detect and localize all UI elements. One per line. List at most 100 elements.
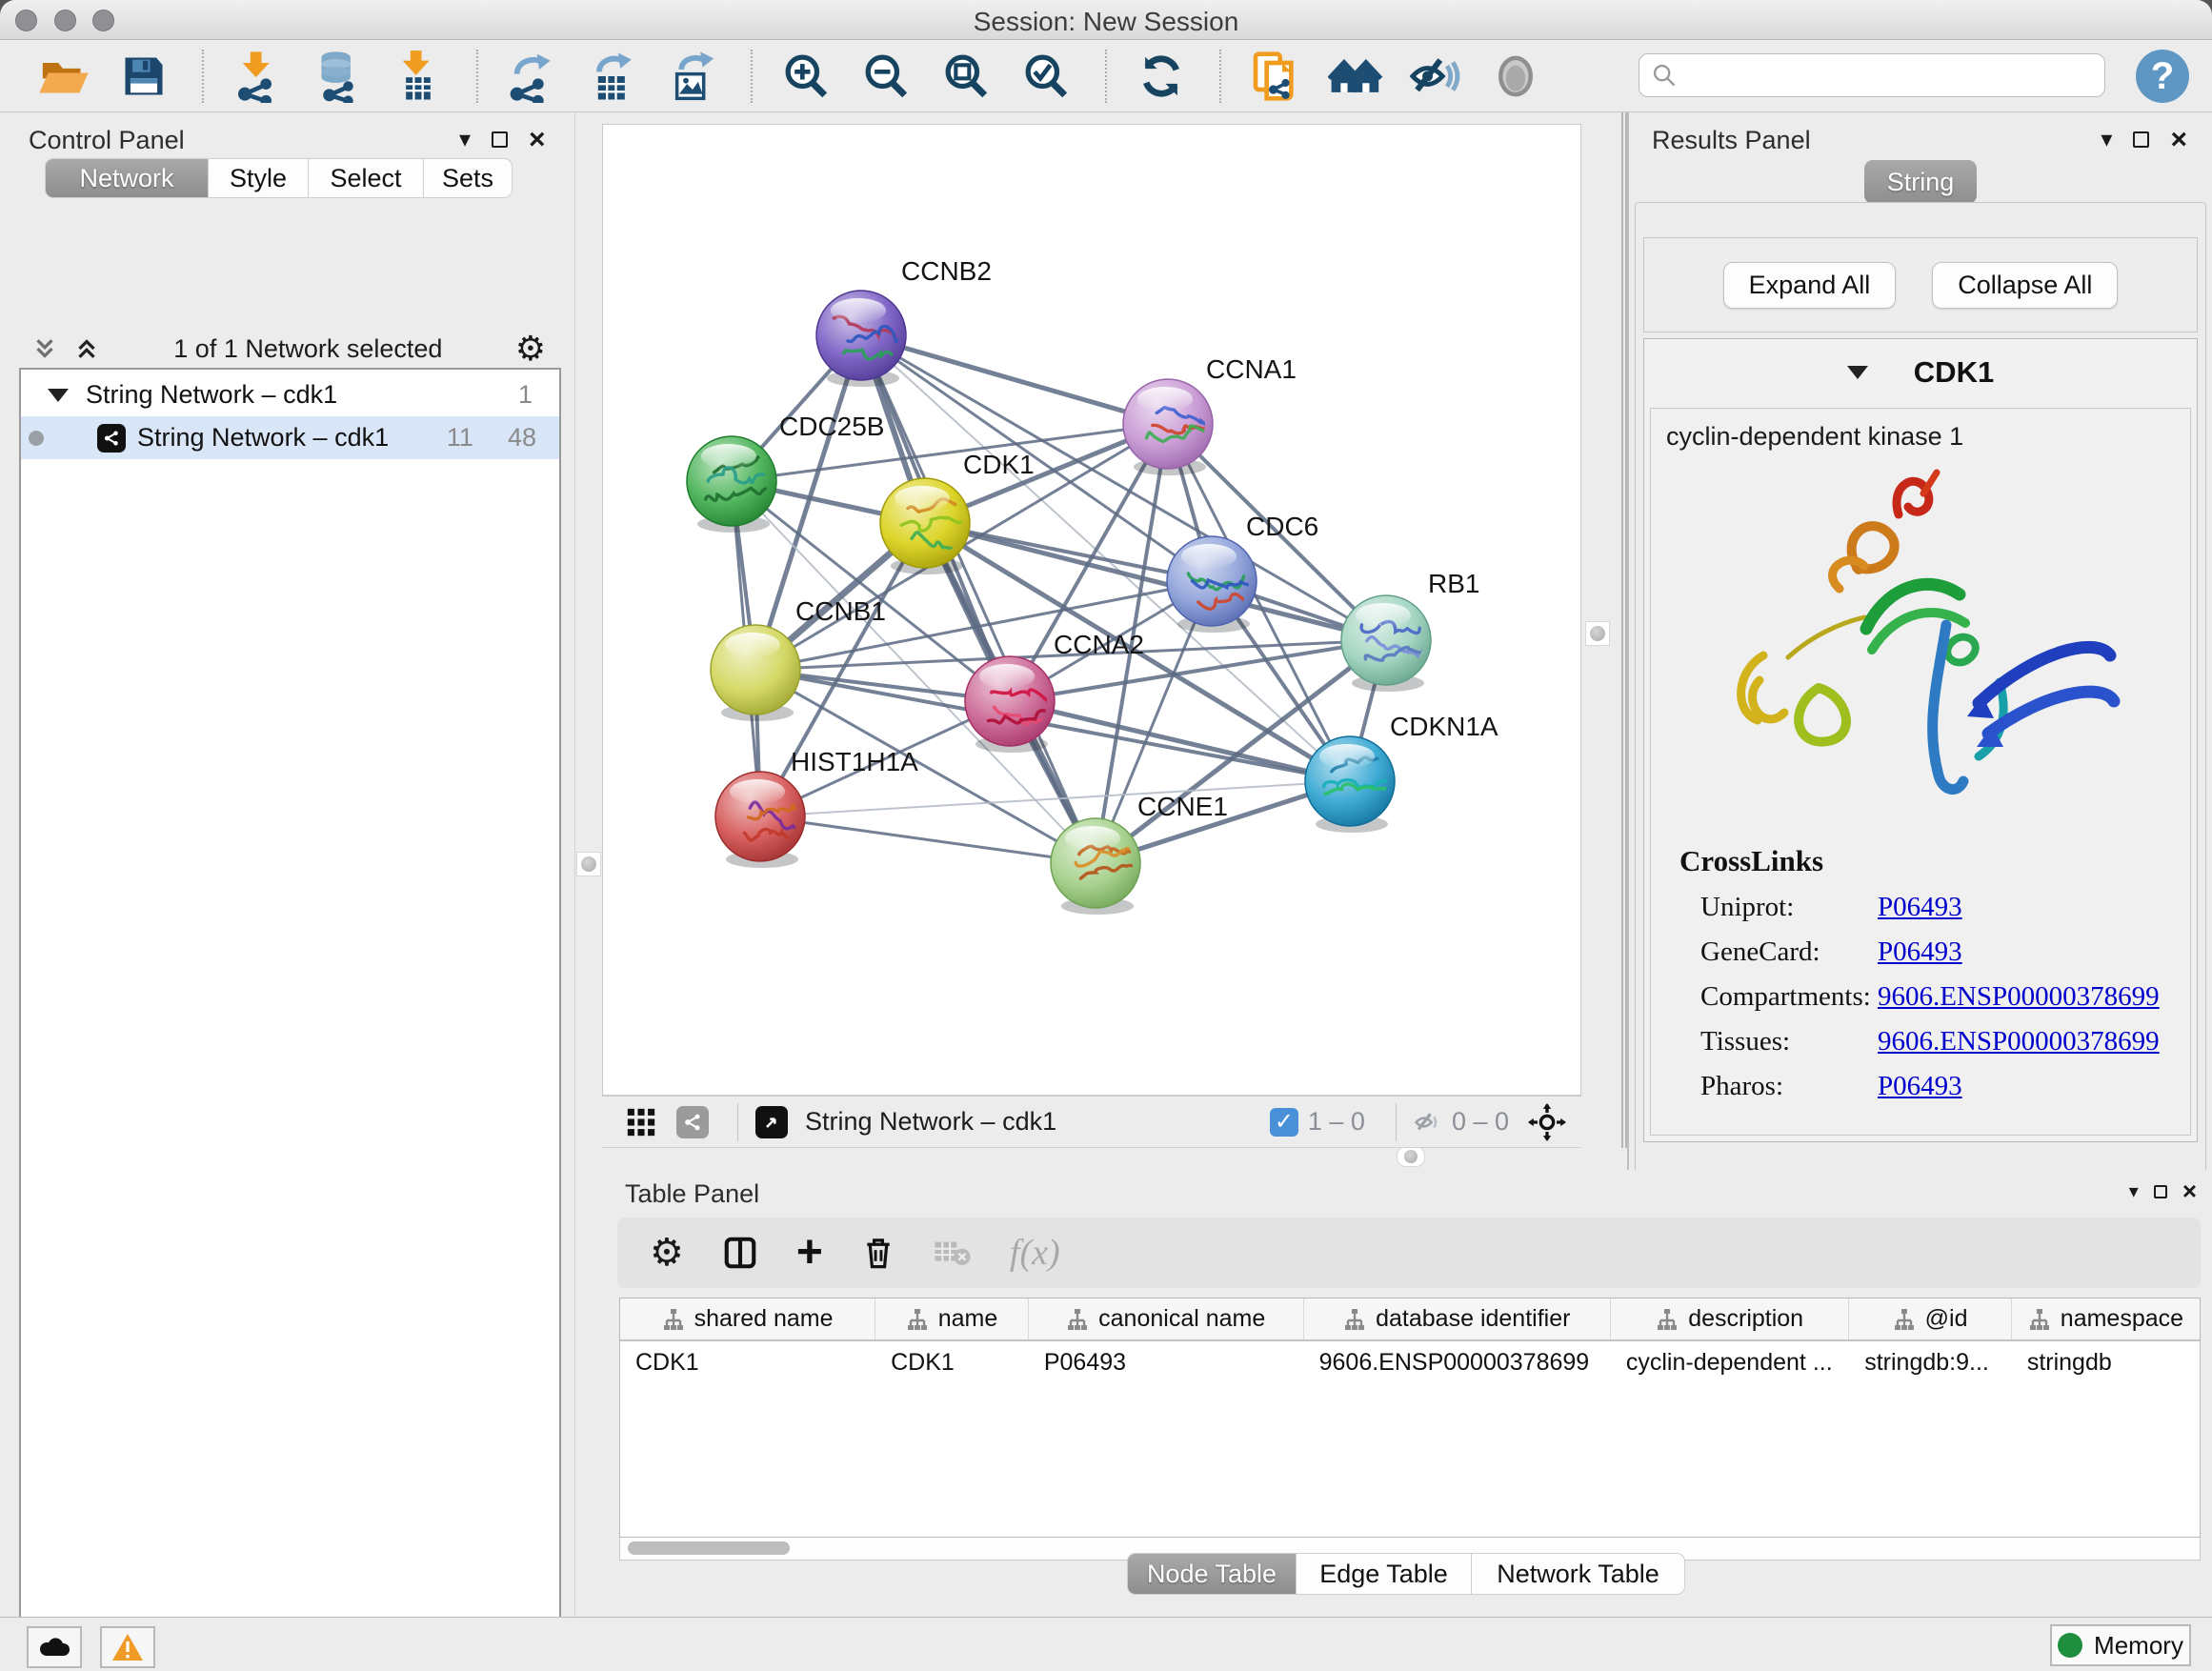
- crosslink-link[interactable]: 9606.ENSP00000378699: [1878, 981, 2160, 1013]
- column-header[interactable]: shared name: [620, 1299, 875, 1339]
- tab-string[interactable]: String: [1864, 160, 1977, 204]
- tab-network[interactable]: Network: [45, 158, 209, 198]
- save-icon: [119, 51, 169, 101]
- expand-all-button[interactable]: Expand All: [1723, 262, 1897, 309]
- gene-section-header[interactable]: CDK1: [1644, 339, 2197, 406]
- delete-column-trash-icon[interactable]: [861, 1235, 895, 1271]
- gear-icon[interactable]: ⚙: [515, 332, 546, 366]
- import-table-button[interactable]: [389, 47, 448, 106]
- network-node-CDKN1A[interactable]: CDKN1A: [1305, 712, 1498, 826]
- export-table-icon: [586, 50, 639, 103]
- save-session-button[interactable]: [114, 47, 173, 106]
- column-header[interactable]: database identifier: [1304, 1299, 1611, 1339]
- node-label-CCNB2: CCNB2: [901, 256, 992, 286]
- grid-view-icon[interactable]: [625, 1106, 657, 1138]
- memory-button[interactable]: Memory: [2050, 1624, 2191, 1666]
- network-canvas[interactable]: CCNB2CCNA1CDC25BCDK1CDC6RB1CCNB1CCNA2CDK…: [602, 124, 1581, 1096]
- column-type-icon: [906, 1308, 929, 1331]
- column-header[interactable]: canonical name: [1029, 1299, 1304, 1339]
- add-column-icon[interactable]: +: [796, 1234, 823, 1272]
- refresh-button[interactable]: [1132, 47, 1191, 106]
- warnings-button[interactable]: [100, 1626, 155, 1668]
- horizontal-splitter-handle[interactable]: [1397, 1146, 1425, 1167]
- import-database-button[interactable]: [309, 47, 368, 106]
- column-type-icon: [2028, 1308, 2051, 1331]
- table-row[interactable]: CDK1 CDK1 P06493 9606.ENSP00000378699 cy…: [620, 1341, 2200, 1383]
- collapse-all-icon[interactable]: [72, 334, 101, 363]
- right-splitter[interactable]: [1581, 112, 1627, 1170]
- column-header[interactable]: name: [875, 1299, 1029, 1339]
- detach-view-icon[interactable]: [755, 1106, 788, 1138]
- selected-nodes-checkbox[interactable]: ✓: [1270, 1108, 1298, 1137]
- select-columns-icon[interactable]: [722, 1235, 758, 1271]
- network-node-HIST1H1A[interactable]: HIST1H1A: [715, 747, 918, 861]
- search-input[interactable]: [1678, 61, 2078, 91]
- zoom-out-button[interactable]: [857, 47, 916, 106]
- left-splitter-handle[interactable]: [576, 852, 601, 876]
- network-node-CCNA1[interactable]: CCNA1: [1123, 354, 1297, 469]
- tab-node-table[interactable]: Node Table: [1127, 1553, 1297, 1595]
- close-panel-icon[interactable]: ×: [2170, 131, 2187, 148]
- crosslink-link[interactable]: P06493: [1878, 936, 1962, 968]
- import-network-button[interactable]: [229, 47, 288, 106]
- maximize-panel-icon[interactable]: [492, 131, 508, 148]
- crosslink-link[interactable]: 9606.ENSP00000378699: [1878, 1026, 2160, 1057]
- node-label-CCNA1: CCNA1: [1206, 354, 1297, 384]
- left-splitter[interactable]: [575, 112, 602, 1617]
- network-view-icon[interactable]: [676, 1106, 709, 1138]
- birdseye-crosshair-icon[interactable]: [1528, 1103, 1566, 1141]
- close-panel-icon[interactable]: ×: [529, 131, 546, 148]
- collapse-all-button[interactable]: Collapse All: [1932, 262, 2118, 309]
- open-session-button[interactable]: [34, 47, 93, 106]
- table-toolbar: ⚙ + f(x): [617, 1218, 2201, 1288]
- collapse-triangle-icon[interactable]: [48, 389, 69, 402]
- delete-table-icon: [934, 1237, 972, 1269]
- zoom-fit-button[interactable]: [937, 47, 996, 106]
- collection-label: String Network – cdk1: [86, 380, 518, 410]
- tab-edge-table[interactable]: Edge Table: [1297, 1553, 1472, 1595]
- network-node-CCNB1[interactable]: CCNB1: [711, 596, 886, 715]
- crosslink-link[interactable]: P06493: [1878, 1071, 1962, 1102]
- column-header[interactable]: description: [1611, 1299, 1849, 1339]
- help-button[interactable]: ?: [2136, 50, 2189, 103]
- right-splitter-handle[interactable]: [1585, 621, 1610, 646]
- float-panel-icon[interactable]: ▾: [459, 126, 471, 153]
- network-row[interactable]: String Network – cdk1 11 48: [21, 416, 559, 459]
- network-graph[interactable]: CCNB2CCNA1CDC25BCDK1CDC6RB1CCNB1CCNA2CDK…: [603, 125, 1580, 1095]
- float-panel-icon[interactable]: ▾: [2129, 1179, 2139, 1203]
- scrollbar-thumb[interactable]: [628, 1541, 790, 1555]
- toolbar-separator: [202, 50, 204, 103]
- tab-select[interactable]: Select: [309, 158, 424, 198]
- hide-selected-button[interactable]: [1406, 47, 1465, 106]
- crosslink-link[interactable]: P06493: [1878, 892, 1962, 923]
- tab-style[interactable]: Style: [209, 158, 309, 198]
- collapse-triangle-icon[interactable]: [1847, 366, 1868, 379]
- network-node-RB1[interactable]: RB1: [1341, 569, 1479, 685]
- export-table-button[interactable]: [583, 47, 642, 106]
- tab-network-table[interactable]: Network Table: [1472, 1553, 1685, 1595]
- search-field[interactable]: [1639, 53, 2105, 97]
- column-header[interactable]: namespace: [2012, 1299, 2200, 1339]
- zoom-in-button[interactable]: [777, 47, 836, 106]
- expand-all-icon[interactable]: [30, 334, 59, 363]
- network-collection-row[interactable]: String Network – cdk1 1: [21, 373, 559, 416]
- column-header[interactable]: @id: [1849, 1299, 2012, 1339]
- memory-status-dot: [2058, 1633, 2082, 1658]
- node-count: 11: [447, 423, 473, 453]
- export-network-button[interactable]: [503, 47, 562, 106]
- table-settings-gear-icon[interactable]: ⚙: [650, 1236, 684, 1270]
- close-panel-icon[interactable]: ×: [2182, 1183, 2197, 1199]
- home-button[interactable]: [1326, 47, 1385, 106]
- maximize-panel-icon[interactable]: [2154, 1185, 2167, 1198]
- export-image-button[interactable]: [663, 47, 722, 106]
- zoom-selected-button[interactable]: [1017, 47, 1076, 106]
- question-mark-icon: ?: [2151, 55, 2174, 98]
- cloud-status-button[interactable]: [27, 1626, 82, 1668]
- show-view-button[interactable]: [1486, 47, 1545, 106]
- node-table[interactable]: shared name name canonical name database…: [619, 1298, 2201, 1538]
- maximize-panel-icon[interactable]: [2133, 131, 2149, 148]
- float-panel-icon[interactable]: ▾: [2101, 126, 2112, 153]
- annotations-button[interactable]: [1246, 47, 1305, 106]
- tab-sets[interactable]: Sets: [424, 158, 513, 198]
- zoom-out-icon: [860, 50, 914, 103]
